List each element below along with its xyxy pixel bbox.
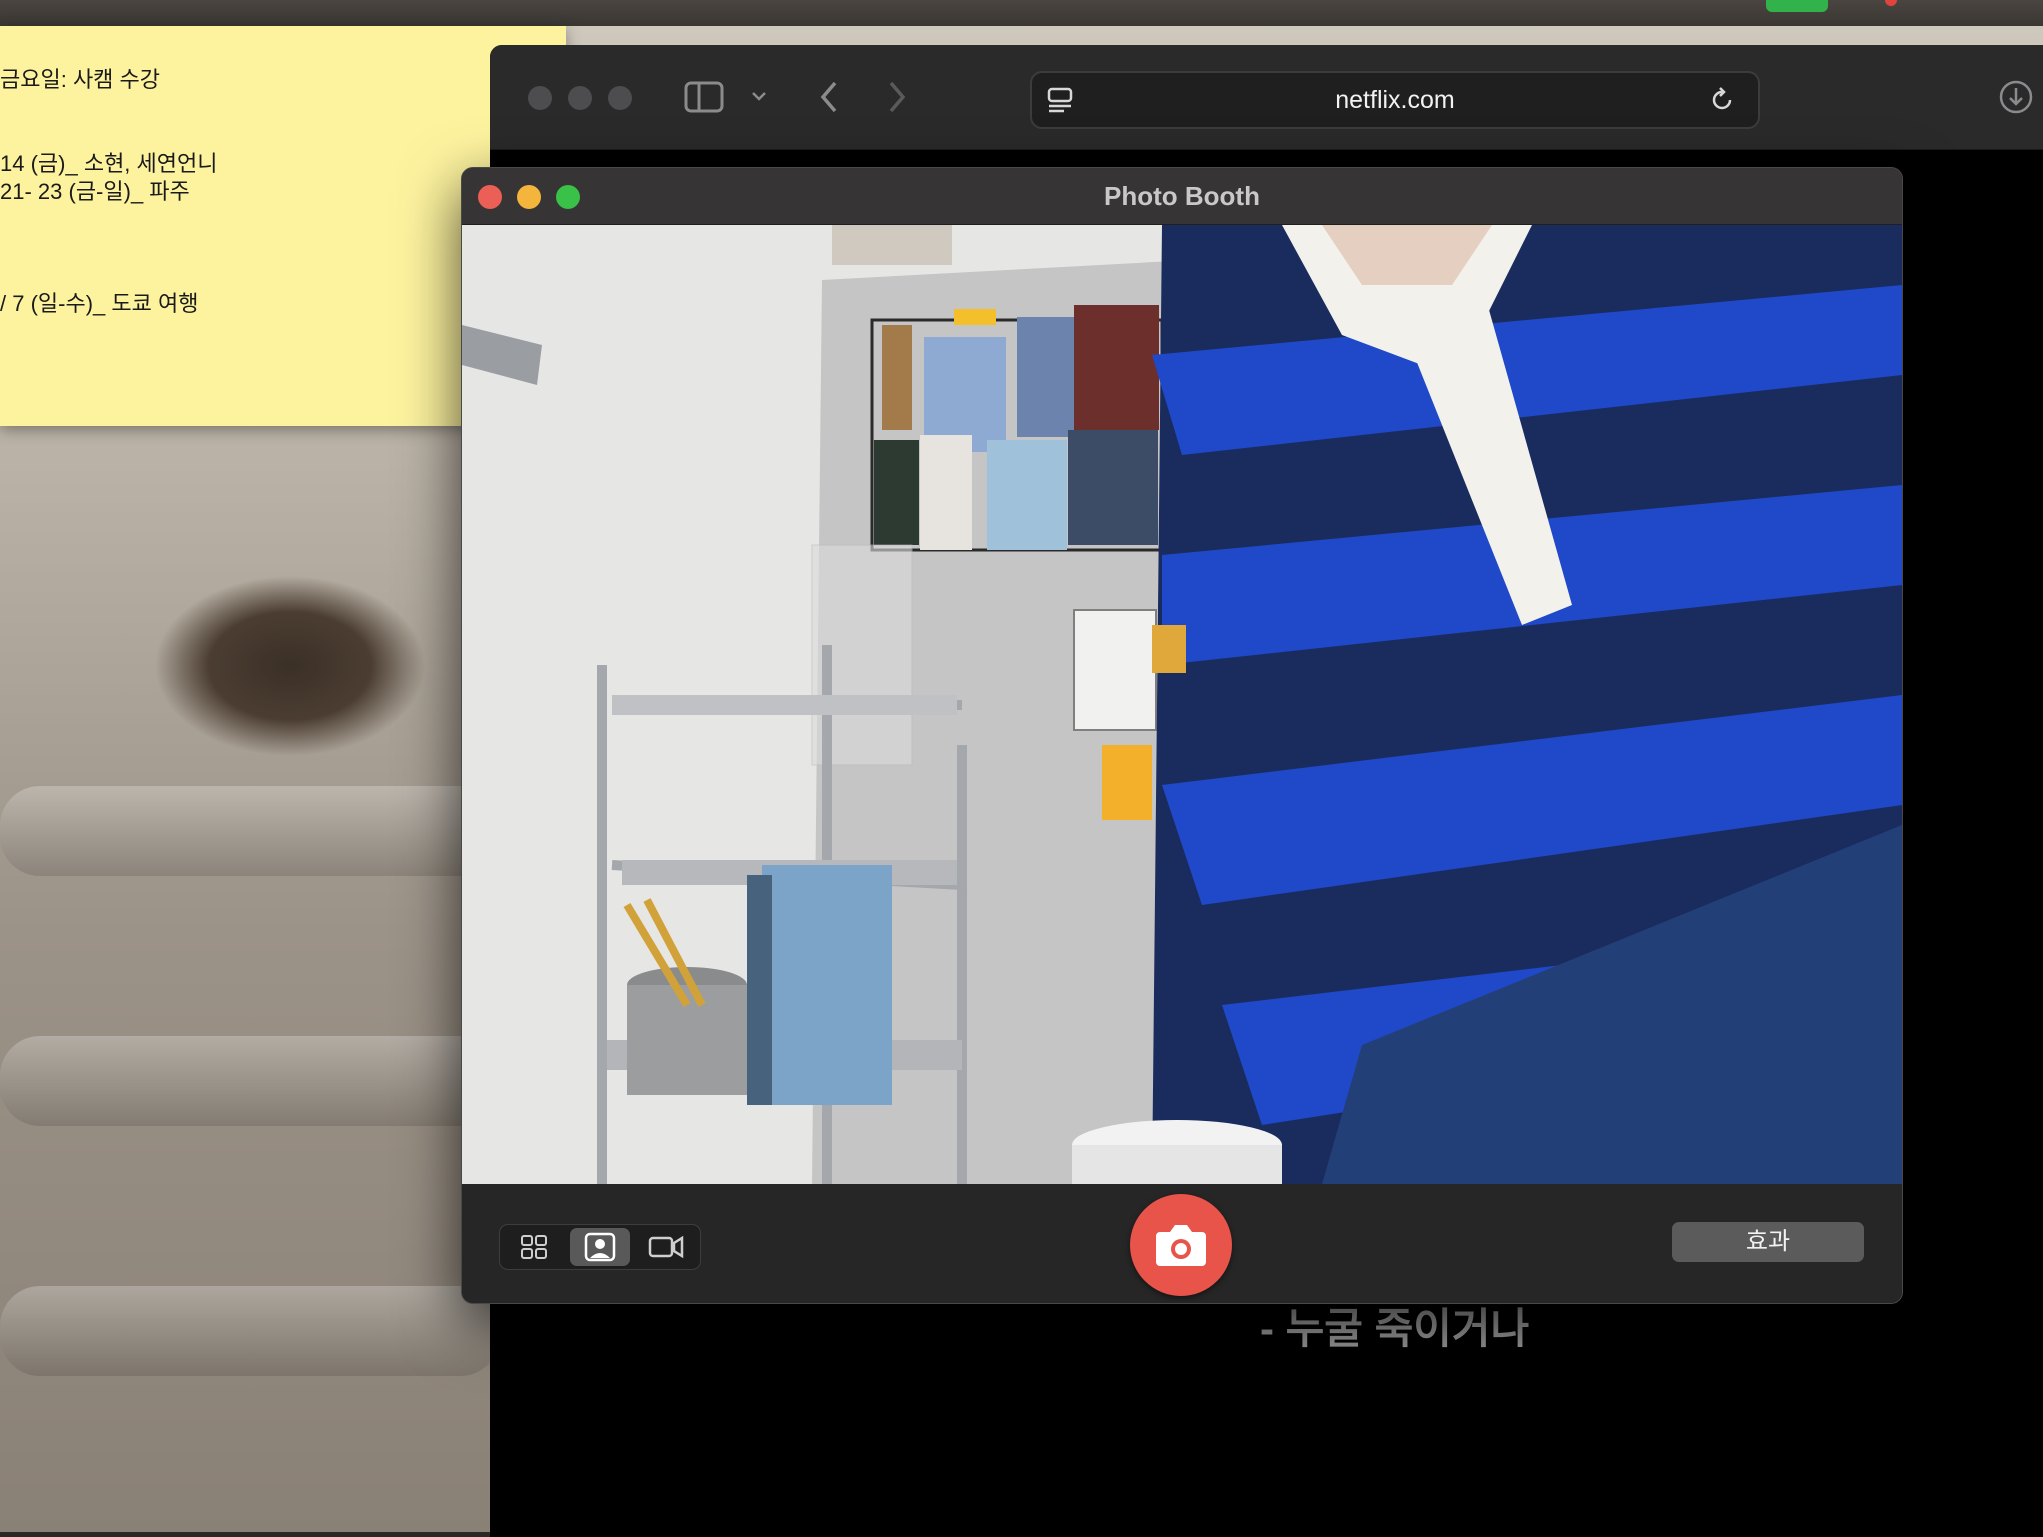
sticky-line: / 7 (일-수)_ 도쿄 여행 <box>0 291 199 316</box>
status-indicator-green[interactable] <box>1766 0 1828 12</box>
menu-bar <box>0 0 2043 26</box>
video-camera-icon <box>648 1235 684 1259</box>
photo-booth-titlebar: Photo Booth <box>462 168 1902 225</box>
reload-icon[interactable] <box>1708 86 1736 114</box>
effects-button[interactable]: 효과 <box>1672 1222 1864 1262</box>
camera-icon <box>1156 1225 1206 1266</box>
sidebar-icon[interactable] <box>684 81 724 113</box>
status-indicator-red[interactable] <box>1885 0 1897 6</box>
download-icon[interactable] <box>1998 79 2034 115</box>
window-title: Photo Booth <box>1104 181 1260 211</box>
grid-icon <box>521 1235 547 1259</box>
photo-booth-window: Photo Booth 효과 <box>461 167 1903 1304</box>
window-close-button[interactable] <box>528 86 552 110</box>
video-mode-button[interactable] <box>636 1228 696 1266</box>
chevron-down-icon[interactable] <box>750 87 768 105</box>
shutter-button[interactable] <box>1130 1194 1232 1296</box>
camera-feed-image <box>462 225 1902 1184</box>
video-subtitle: - 누굴 죽이거나 <box>1260 1305 1530 1352</box>
sticky-line: 21- 23 (금-일)_ 파주 <box>0 179 190 204</box>
window-minimize-button[interactable] <box>568 86 592 110</box>
back-icon[interactable] <box>818 79 840 115</box>
sticky-line: 금요일: 사캠 수강 <box>0 67 161 92</box>
photo-mode-button[interactable] <box>570 1228 630 1266</box>
camera-preview <box>462 225 1902 1184</box>
url-text: netflix.com <box>1335 86 1455 114</box>
portrait-icon <box>584 1232 616 1262</box>
photo-booth-controls: 효과 <box>462 1184 1902 1303</box>
address-bar[interactable]: netflix.com <box>1030 71 1760 129</box>
mode-selector <box>499 1224 701 1270</box>
window-zoom-button[interactable] <box>608 86 632 110</box>
forward-icon <box>889 81 906 113</box>
browser-toolbar: netflix.com <box>490 45 2043 150</box>
grid-mode-button[interactable] <box>504 1228 564 1266</box>
